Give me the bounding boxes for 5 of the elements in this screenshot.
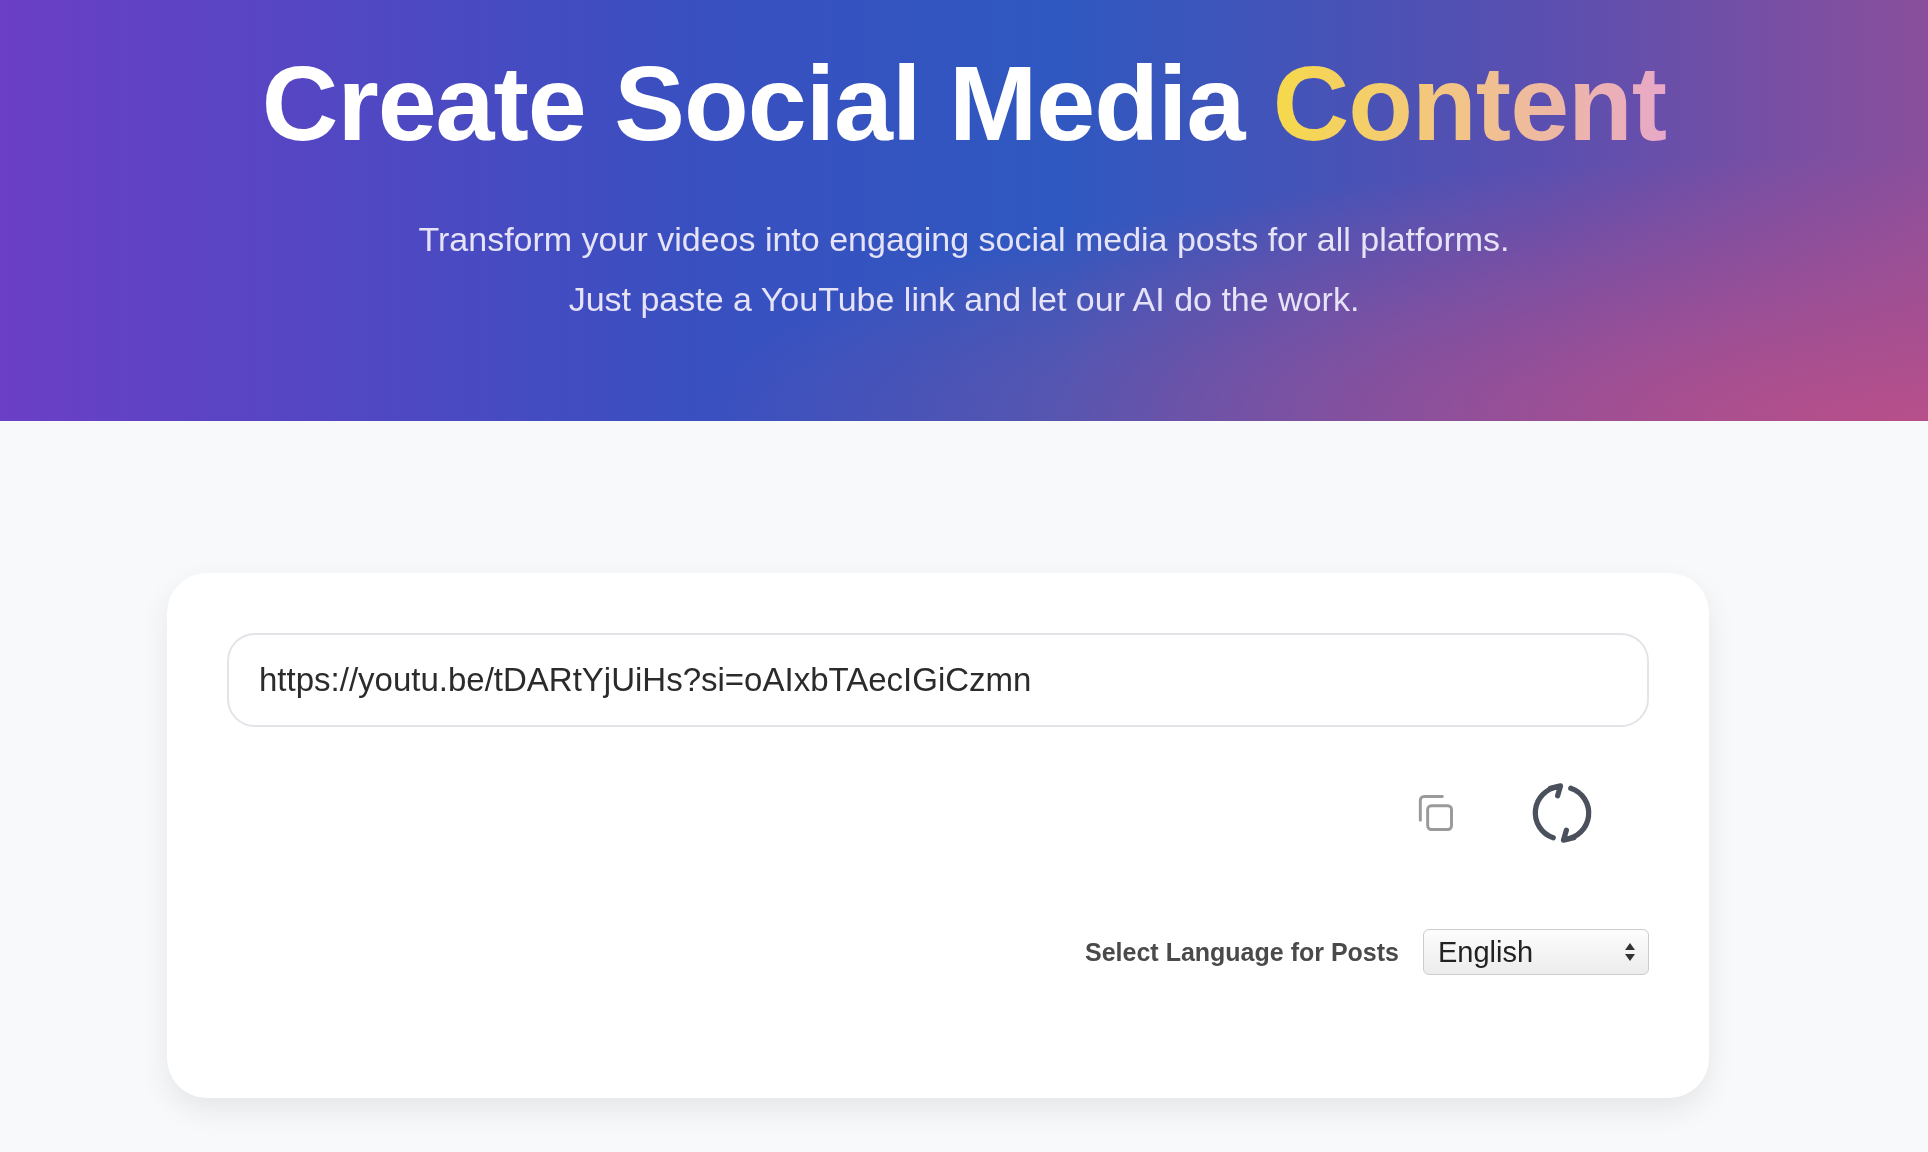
subtitle: Transform your videos into engaging social media posts for all platforms. Just paste a YouTube link and let our AI do the work. xyxy=(417,219,1511,321)
url-field[interactable]: https://youtu.be/tDARtYjUiHs?si=oAIxbTAecIGiCzmn xyxy=(227,633,1649,727)
page-title: Create Social Media Content xyxy=(261,43,1667,164)
language-label: Select Language for Posts xyxy=(1085,937,1399,967)
language-select[interactable]: English xyxy=(1423,929,1649,975)
